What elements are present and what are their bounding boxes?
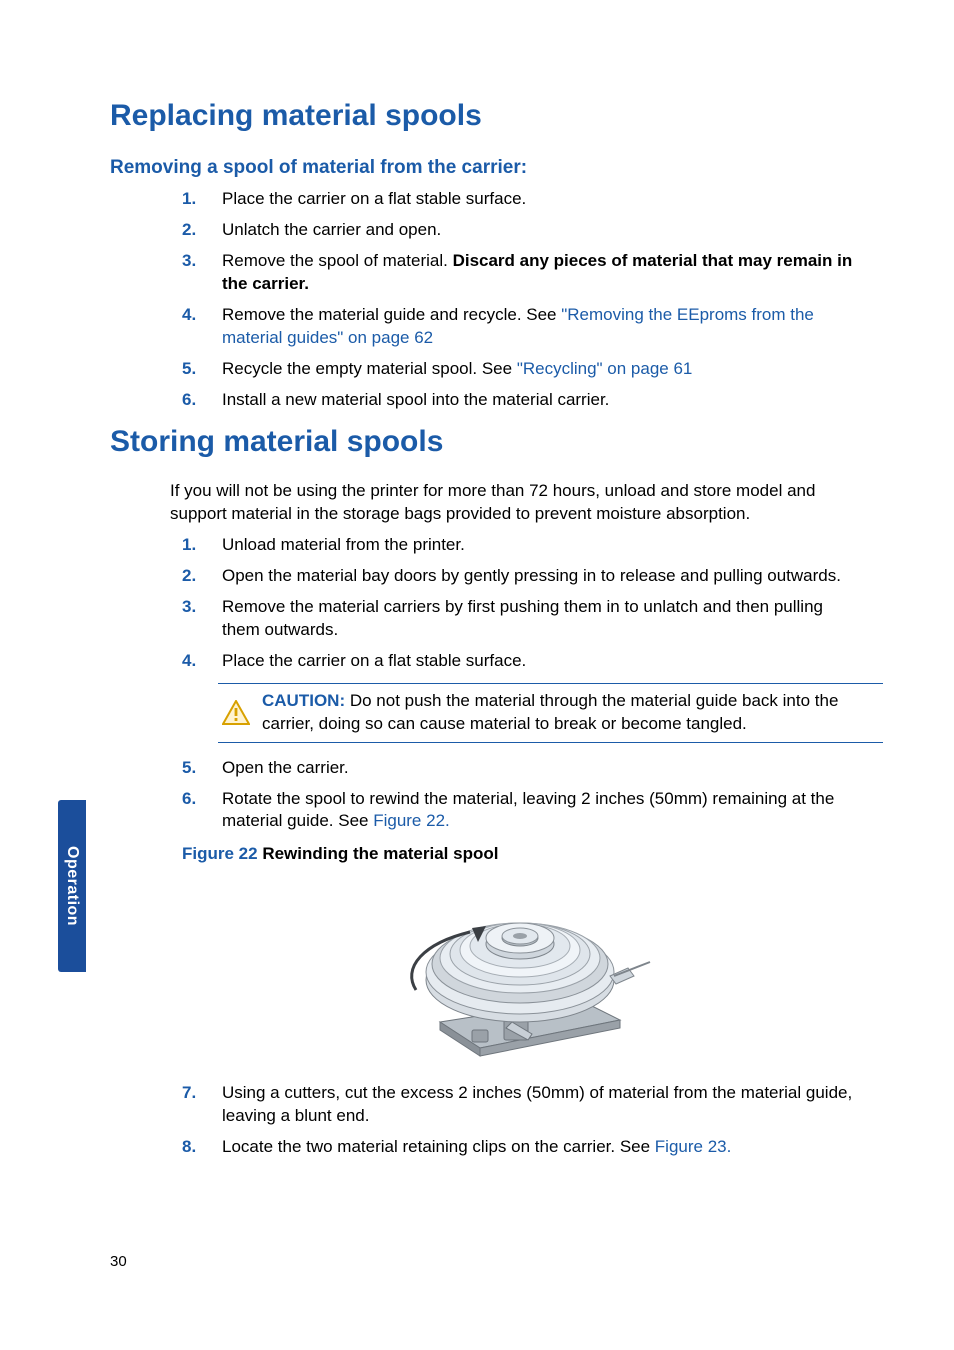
- step-text-pre: Locate the two material retaining clips …: [222, 1137, 655, 1156]
- cross-reference-link[interactable]: "Recycling" on page 61: [517, 359, 693, 378]
- caution-label: CAUTION:: [262, 691, 345, 710]
- subheading-removing-spool: Removing a spool of material from the ca…: [110, 155, 859, 181]
- step-number: 3.: [182, 596, 222, 642]
- step-number: 5.: [182, 358, 222, 381]
- heading-replacing-material-spools: Replacing material spools: [110, 96, 859, 137]
- step-number: 2.: [182, 565, 222, 588]
- figure-label: Figure 22: [182, 844, 258, 863]
- cross-reference-link[interactable]: Figure 22.: [373, 811, 450, 830]
- page-number: 30: [110, 1252, 127, 1272]
- remove-steps-list: 1. Place the carrier on a flat stable su…: [110, 188, 859, 412]
- list-item: 6. Rotate the spool to rewind the materi…: [110, 788, 859, 834]
- step-text: Using a cutters, cut the excess 2 inches…: [222, 1082, 859, 1128]
- caution-callout: CAUTION: Do not push the material throug…: [218, 683, 883, 743]
- step-number: 6.: [182, 389, 222, 412]
- step-number: 4.: [182, 650, 222, 673]
- step-number: 7.: [182, 1082, 222, 1128]
- step-text: Place the carrier on a flat stable surfa…: [222, 650, 859, 673]
- list-item: 3. Remove the spool of material. Discard…: [110, 250, 859, 296]
- step-number: 2.: [182, 219, 222, 242]
- step-number: 4.: [182, 304, 222, 350]
- cross-reference-link[interactable]: Figure 23.: [655, 1137, 732, 1156]
- list-item: 4. Place the carrier on a flat stable su…: [110, 650, 859, 673]
- step-number: 8.: [182, 1136, 222, 1159]
- list-item: 2. Unlatch the carrier and open.: [110, 219, 859, 242]
- step-number: 3.: [182, 250, 222, 296]
- step-text: Install a new material spool into the ma…: [222, 389, 859, 412]
- list-item: 5. Recycle the empty material spool. See…: [110, 358, 859, 381]
- list-item: 3. Remove the material carriers by first…: [110, 596, 859, 642]
- storing-intro-paragraph: If you will not be using the printer for…: [170, 480, 859, 526]
- step-text: Remove the material guide and recycle. S…: [222, 304, 859, 350]
- list-item: 7. Using a cutters, cut the excess 2 inc…: [110, 1082, 859, 1128]
- step-text: Unload material from the printer.: [222, 534, 859, 557]
- step-text: Rotate the spool to rewind the material,…: [222, 788, 859, 834]
- storing-steps-list-a: 1. Unload material from the printer. 2. …: [110, 534, 859, 673]
- storing-steps-list-b: 5. Open the carrier. 6. Rotate the spool…: [110, 757, 859, 834]
- step-text: Unlatch the carrier and open.: [222, 219, 859, 242]
- list-item: 1. Unload material from the printer.: [110, 534, 859, 557]
- section-tab-label: Operation: [61, 846, 83, 926]
- step-text-pre: Rotate the spool to rewind the material,…: [222, 789, 834, 831]
- step-text: Locate the two material retaining clips …: [222, 1136, 859, 1159]
- caution-text: CAUTION: Do not push the material throug…: [262, 690, 877, 736]
- step-number: 1.: [182, 188, 222, 211]
- step-text: Open the material bay doors by gently pr…: [222, 565, 859, 588]
- figure-22-caption: Figure 22 Rewinding the material spool: [182, 843, 859, 866]
- step-text: Place the carrier on a flat stable surfa…: [222, 188, 859, 211]
- figure-22-image: [160, 872, 859, 1062]
- list-item: 6. Install a new material spool into the…: [110, 389, 859, 412]
- figure-title: Rewinding the material spool: [258, 844, 499, 863]
- section-tab-operation: Operation: [58, 800, 86, 972]
- list-item: 4. Remove the material guide and recycle…: [110, 304, 859, 350]
- list-item: 8. Locate the two material retaining cli…: [110, 1136, 859, 1159]
- caution-icon: [222, 700, 250, 726]
- storing-steps-list-c: 7. Using a cutters, cut the excess 2 inc…: [110, 1082, 859, 1159]
- step-text: Recycle the empty material spool. See "R…: [222, 358, 859, 381]
- list-item: 5. Open the carrier.: [110, 757, 859, 780]
- heading-storing-material-spools: Storing material spools: [110, 422, 859, 463]
- step-text-pre: Remove the spool of material.: [222, 251, 453, 270]
- step-number: 6.: [182, 788, 222, 834]
- list-item: 1. Place the carrier on a flat stable su…: [110, 188, 859, 211]
- step-text: Remove the material carriers by first pu…: [222, 596, 859, 642]
- step-number: 1.: [182, 534, 222, 557]
- step-text: Remove the spool of material. Discard an…: [222, 250, 859, 296]
- caution-body: Do not push the material through the mat…: [262, 691, 838, 733]
- step-text-pre: Recycle the empty material spool. See: [222, 359, 517, 378]
- step-text: Open the carrier.: [222, 757, 859, 780]
- list-item: 2. Open the material bay doors by gently…: [110, 565, 859, 588]
- step-number: 5.: [182, 757, 222, 780]
- step-text-pre: Remove the material guide and recycle. S…: [222, 305, 561, 324]
